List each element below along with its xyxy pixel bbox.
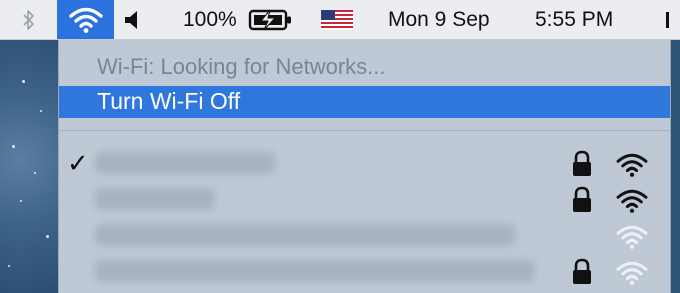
wifi-signal-icon	[616, 153, 648, 177]
us-flag-icon	[321, 9, 353, 30]
battery-percentage[interactable]: 100%	[183, 0, 237, 39]
network-name-redacted	[95, 188, 215, 210]
bluetooth-status-item[interactable]	[14, 0, 44, 39]
lock-icon	[573, 258, 591, 284]
wifi-status-label: Wi-Fi: Looking for Networks...	[97, 54, 386, 79]
network-row[interactable]	[59, 218, 670, 252]
network-row[interactable]	[59, 254, 670, 288]
battery-status-item[interactable]	[248, 0, 294, 39]
checkmark-icon: ✓	[67, 148, 89, 178]
wifi-dropdown-menu: Wi-Fi: Looking for Networks... Turn Wi-F…	[58, 40, 671, 293]
input-source-item[interactable]	[320, 0, 354, 39]
network-name-redacted	[95, 224, 515, 246]
lock-icon	[573, 150, 591, 176]
menu-separator	[59, 130, 670, 131]
network-row[interactable]	[59, 182, 670, 216]
clock-display[interactable]: 5:55 PM	[535, 0, 613, 39]
network-name-redacted	[95, 152, 275, 174]
bluetooth-icon	[23, 9, 34, 30]
wifi-icon	[68, 7, 103, 33]
menu-extra-item[interactable]	[664, 0, 678, 39]
menu-bar: 100% Mon 9 Sep 5:55 PM	[0, 0, 680, 40]
speaker-icon	[125, 10, 137, 29]
network-row[interactable]: ✓	[59, 146, 670, 180]
lock-icon	[573, 186, 591, 212]
menu-extra-icon	[666, 11, 669, 28]
wifi-status-item[interactable]	[57, 0, 114, 39]
turn-wifi-off-item[interactable]: Turn Wi-Fi Off	[59, 86, 670, 118]
wifi-signal-icon	[616, 189, 648, 213]
turn-wifi-off-label: Turn Wi-Fi Off	[97, 88, 241, 114]
date-display[interactable]: Mon 9 Sep	[388, 0, 490, 39]
network-name-redacted	[95, 260, 535, 282]
battery-charging-icon	[248, 9, 291, 30]
wifi-signal-icon	[616, 225, 648, 249]
volume-status-item[interactable]	[118, 0, 148, 39]
desktop-wallpaper	[0, 40, 58, 293]
wifi-signal-icon	[616, 261, 648, 285]
